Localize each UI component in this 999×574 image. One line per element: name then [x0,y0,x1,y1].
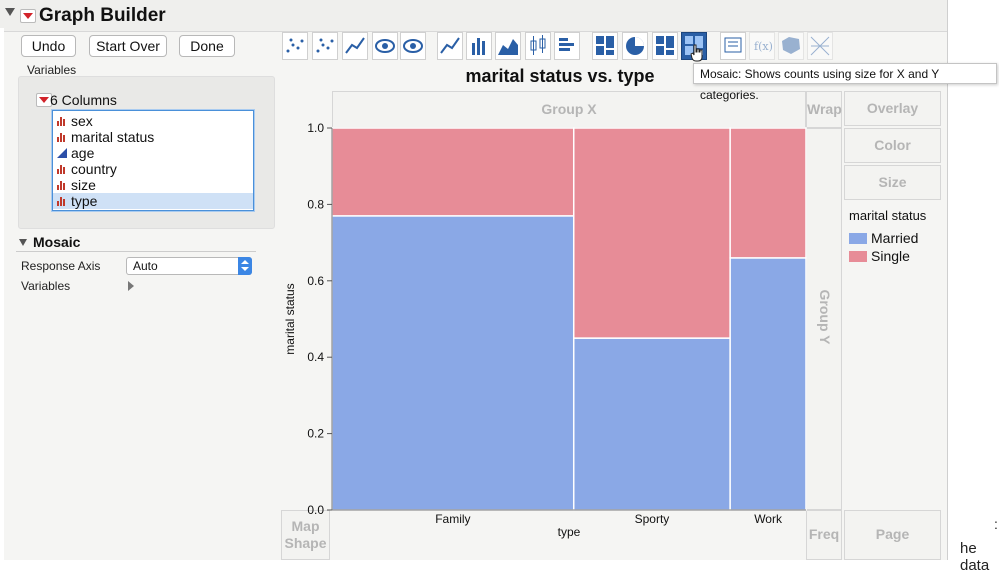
group-y-zone[interactable]: Group Y [806,128,842,510]
column-name: sex [71,113,93,129]
expand-triangle-icon[interactable] [128,281,134,291]
red-triangle-menu-icon[interactable] [20,9,36,23]
y-axis-title: marital status [283,283,297,354]
list-item[interactable]: age [53,145,253,161]
mosaic-cell-work-single [729,127,807,259]
line-icon[interactable] [437,32,463,60]
y-tick-label: 0.4 [307,350,324,364]
nominal-icon [57,164,67,174]
legend: marital status Married Single [843,203,943,273]
wrap-zone[interactable]: Wrap [806,91,842,128]
list-item[interactable]: country [53,161,253,177]
map-shapes-icon[interactable] [778,32,804,60]
disclosure-triangle-icon[interactable] [19,239,27,246]
nominal-icon [57,116,67,126]
variables-option-label: Variables [21,279,71,293]
svg-text:f(x): f(x) [754,40,773,53]
graph-builder-window: Graph Builder Undo Start Over Done Varia… [0,0,997,560]
window-left-edge [0,28,4,560]
column-name: age [71,145,95,161]
select-arrows-icon [238,257,252,275]
variables-label: Variables [27,63,77,77]
ellipse-icon[interactable] [372,32,398,60]
response-axis-value: Auto [133,259,158,273]
response-axis-select[interactable]: Auto [126,257,252,275]
nominal-icon [57,196,67,206]
histogram-icon[interactable] [554,32,580,60]
pie-icon[interactable] [622,32,648,60]
x-axis-title: type [558,525,581,539]
y-tick-label: 0.8 [307,197,324,211]
undo-button[interactable]: Undo [21,35,76,57]
parallel-plot-icon[interactable] [807,32,833,60]
heatmap-icon[interactable] [592,32,618,60]
continuous-icon [57,148,67,158]
line-of-fit-icon[interactable] [342,32,368,60]
columns-list[interactable]: sex marital status age country size type [52,110,254,211]
legend-label-married: Married [871,230,919,246]
collapse-triangle-icon[interactable] [5,8,15,16]
page-zone[interactable]: Page [844,510,941,560]
list-item[interactable]: sex [53,113,253,129]
x-tick-label: Family [435,512,470,526]
column-name: country [71,161,117,177]
bar-icon[interactable] [466,32,492,60]
x-tick-label: Work [754,512,783,526]
legend-title: marital status [849,208,927,223]
background-text-fragment: : [994,516,998,532]
list-item[interactable]: marital status [53,129,253,145]
box-plot-icon[interactable] [525,32,551,60]
start-over-button[interactable]: Start Over [89,35,167,57]
mosaic-cell-sporty-single [572,127,731,339]
legend-swatch-married [849,233,867,244]
mosaic-cell-family-married [331,215,575,511]
nominal-icon [57,180,67,190]
points-icon[interactable] [282,32,308,60]
color-zone[interactable]: Color [844,128,941,163]
legend-swatch-single [849,251,867,262]
mosaic-section-header[interactable]: Mosaic [16,233,256,252]
group-y-label: Group Y [817,289,833,345]
y-tick-label: 0.6 [307,274,324,288]
freq-zone[interactable]: Freq [806,510,842,560]
caption-box-icon[interactable] [720,32,746,60]
x-tick-label: Sporty [635,512,670,526]
smoother-icon[interactable] [312,32,338,60]
contour-icon[interactable] [400,32,426,60]
columns-title: 6 Columns [50,92,117,108]
overlay-zone[interactable]: Overlay [844,91,941,126]
y-tick-label: 1.0 [307,121,324,135]
title-bar: Graph Builder [0,0,947,32]
mosaic-tooltip: Mosaic: Shows counts using size for X an… [693,63,997,102]
column-name: type [71,193,98,209]
area-icon[interactable] [495,32,521,60]
mosaic-section-title: Mosaic [33,234,81,250]
y-tick-label: 0.2 [307,427,324,441]
formula-icon[interactable]: f(x) [749,32,775,60]
app-title: Graph Builder [39,5,166,26]
response-axis-label: Response Axis [21,259,101,273]
mosaic-cell-sporty-married [572,337,731,511]
list-item[interactable]: size [53,177,253,193]
hand-cursor-icon [690,44,703,62]
chart-title: marital status vs. type [465,66,655,86]
size-zone[interactable]: Size [844,165,941,200]
background-text: he data [960,540,990,574]
done-button[interactable]: Done [179,35,235,57]
map-shape-zone[interactable]: Map Shape [281,510,330,560]
column-name: marital status [71,129,155,145]
treemap-icon[interactable] [652,32,678,60]
list-item[interactable]: type [53,193,253,209]
mosaic-cell-work-married [729,257,807,511]
legend-label-single: Single [871,248,910,264]
mosaic-cell-family-single [331,127,575,217]
nominal-icon [57,132,67,142]
column-name: size [71,177,96,193]
